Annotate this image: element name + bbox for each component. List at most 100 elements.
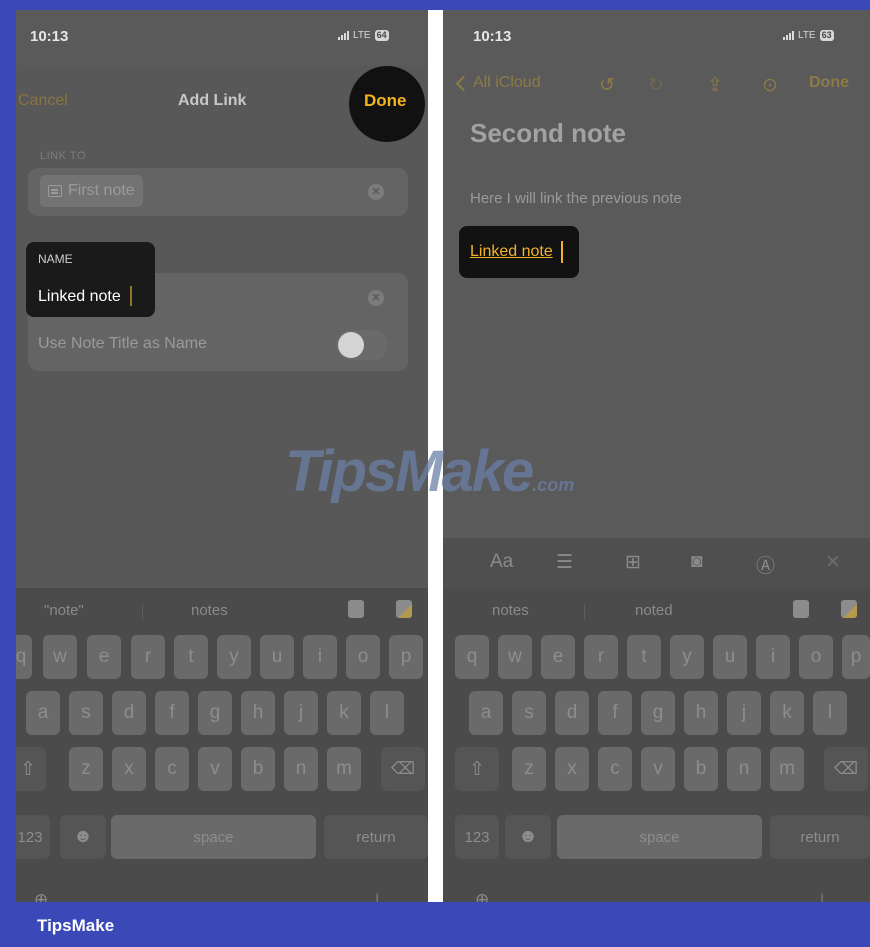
return-key[interactable]: return	[770, 815, 870, 859]
emoji-icon[interactable]: ☻	[60, 815, 106, 859]
name-input[interactable]: Linked note	[38, 288, 121, 306]
note-link[interactable]: Linked note	[470, 243, 553, 261]
undo-icon[interactable]: ↺	[599, 74, 615, 97]
checklist-icon[interactable]: ☰	[556, 551, 573, 574]
key-x[interactable]: x	[112, 747, 146, 791]
key-p[interactable]: p	[389, 635, 423, 679]
key-w[interactable]: w	[43, 635, 77, 679]
key-i[interactable]: i	[756, 635, 790, 679]
key-j[interactable]: j	[284, 691, 318, 735]
shift-icon[interactable]: ⇧	[16, 747, 46, 791]
sticker-icon[interactable]	[348, 600, 364, 618]
key-f[interactable]: f	[155, 691, 189, 735]
key-x[interactable]: x	[555, 747, 589, 791]
key-j[interactable]: j	[727, 691, 761, 735]
footer-brand: TipsMake	[37, 916, 115, 935]
key-v[interactable]: v	[198, 747, 232, 791]
numbers-key[interactable]: 123	[16, 815, 50, 859]
key-a[interactable]: a	[26, 691, 60, 735]
backspace-icon[interactable]: ⌫	[824, 747, 868, 791]
note-title[interactable]: Second note	[470, 118, 626, 149]
globe-icon[interactable]: ⊕	[475, 890, 489, 902]
globe-icon[interactable]: ⊕	[34, 890, 48, 902]
numbers-key[interactable]: 123	[455, 815, 499, 859]
clear-name-icon[interactable]: ✕	[368, 290, 384, 306]
more-icon[interactable]: ⊙	[762, 74, 778, 97]
key-t[interactable]: t	[627, 635, 661, 679]
share-icon[interactable]: ⇪	[707, 74, 723, 97]
markup-icon[interactable]: Ⓐ	[756, 551, 775, 578]
table-icon[interactable]: ⊞	[625, 551, 641, 574]
key-d[interactable]: d	[555, 691, 589, 735]
key-z[interactable]: z	[69, 747, 103, 791]
key-w[interactable]: w	[498, 635, 532, 679]
done-button[interactable]: Done	[809, 74, 849, 92]
key-o[interactable]: o	[346, 635, 380, 679]
key-c[interactable]: c	[155, 747, 189, 791]
microphone-icon[interactable]: ⍊	[372, 890, 382, 902]
key-d[interactable]: d	[112, 691, 146, 735]
key-n[interactable]: n	[284, 747, 318, 791]
back-button[interactable]: All iCloud	[455, 74, 541, 92]
key-r[interactable]: r	[131, 635, 165, 679]
key-b[interactable]: b	[241, 747, 275, 791]
key-r[interactable]: r	[584, 635, 618, 679]
camera-icon[interactable]: ◙	[691, 551, 702, 573]
cancel-button[interactable]: Cancel	[18, 92, 68, 110]
key-k[interactable]: k	[770, 691, 804, 735]
key-q[interactable]: q	[16, 635, 32, 679]
key-g[interactable]: g	[198, 691, 232, 735]
key-t[interactable]: t	[174, 635, 208, 679]
key-u[interactable]: u	[713, 635, 747, 679]
text-style-button[interactable]: Aa	[490, 551, 513, 573]
suggestion-2[interactable]: noted	[635, 602, 673, 619]
suggestion-1[interactable]: "note"	[44, 602, 84, 619]
key-z[interactable]: z	[512, 747, 546, 791]
sticker-icon[interactable]	[793, 600, 809, 618]
name-label: NAME	[38, 252, 73, 266]
key-y[interactable]: y	[217, 635, 251, 679]
text-cursor	[561, 241, 563, 263]
key-i[interactable]: i	[303, 635, 337, 679]
notes-emoji-icon[interactable]	[396, 600, 412, 618]
key-l[interactable]: l	[370, 691, 404, 735]
redo-icon[interactable]: ↻	[648, 74, 664, 97]
suggestion-1[interactable]: notes	[492, 602, 529, 619]
key-v[interactable]: v	[641, 747, 675, 791]
space-key[interactable]: space	[557, 815, 762, 859]
key-h[interactable]: h	[241, 691, 275, 735]
key-f[interactable]: f	[598, 691, 632, 735]
key-u[interactable]: u	[260, 635, 294, 679]
key-y[interactable]: y	[670, 635, 704, 679]
key-e[interactable]: e	[541, 635, 575, 679]
key-s[interactable]: s	[512, 691, 546, 735]
key-a[interactable]: a	[469, 691, 503, 735]
return-key[interactable]: return	[324, 815, 428, 859]
link-target-chip[interactable]: First note	[40, 175, 143, 207]
clear-link-icon[interactable]: ✕	[368, 184, 384, 200]
key-l[interactable]: l	[813, 691, 847, 735]
suggestion-2[interactable]: notes	[191, 602, 228, 619]
key-o[interactable]: o	[799, 635, 833, 679]
key-m[interactable]: m	[327, 747, 361, 791]
note-body-text[interactable]: Here I will link the previous note	[470, 190, 682, 207]
key-e[interactable]: e	[87, 635, 121, 679]
key-g[interactable]: g	[641, 691, 675, 735]
key-c[interactable]: c	[598, 747, 632, 791]
key-p[interactable]: p	[842, 635, 870, 679]
key-s[interactable]: s	[69, 691, 103, 735]
key-b[interactable]: b	[684, 747, 718, 791]
key-m[interactable]: m	[770, 747, 804, 791]
emoji-icon[interactable]: ☻	[505, 815, 551, 859]
key-q[interactable]: q	[455, 635, 489, 679]
key-k[interactable]: k	[327, 691, 361, 735]
backspace-icon[interactable]: ⌫	[381, 747, 425, 791]
close-icon[interactable]: ✕	[825, 551, 841, 574]
space-key[interactable]: space	[111, 815, 316, 859]
key-n[interactable]: n	[727, 747, 761, 791]
done-button[interactable]: Done	[364, 91, 407, 111]
shift-icon[interactable]: ⇧	[455, 747, 499, 791]
notes-emoji-icon[interactable]	[841, 600, 857, 618]
key-h[interactable]: h	[684, 691, 718, 735]
microphone-icon[interactable]: ⍊	[817, 890, 827, 902]
